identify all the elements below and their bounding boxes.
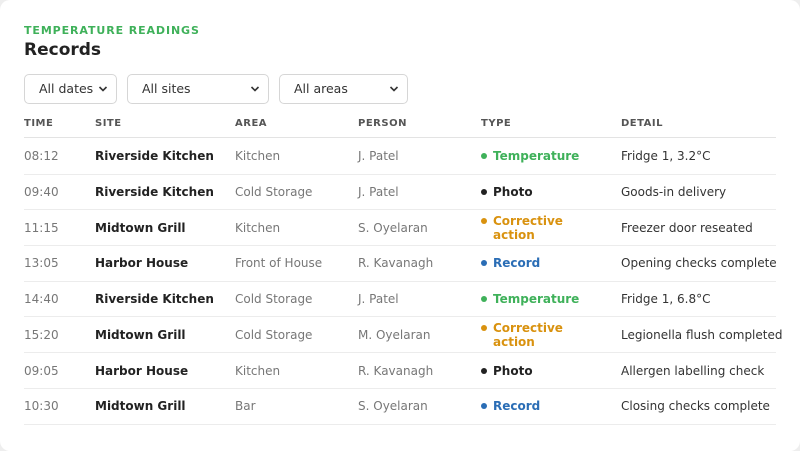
type-status-dot-icon [481,153,487,160]
type-label: Corrective action [493,213,563,242]
type-cell: Temperature [481,149,583,163]
type-cell: Record [481,399,583,413]
type-status-dot-icon [481,296,487,303]
column-header-detail[interactable]: DETAIL [621,118,663,129]
column-header-person[interactable]: PERSON [358,118,407,129]
area-cell: Cold Storage [235,292,313,307]
time-cell: 14:40 [24,292,59,307]
detail-cell: Allergen labelling check [621,363,765,378]
person-cell: J. Patel [358,185,399,200]
area-filter-select[interactable]: All areas [279,74,408,104]
type-label: Photo [493,185,533,200]
area-cell: Cold Storage [235,185,313,200]
chevron-down-icon [98,86,108,92]
column-header-site[interactable]: SITE [95,118,122,129]
table-row[interactable]: 13:05 Harbor House Front of House R. Kavana… [24,246,777,282]
table-row[interactable]: 09:40 Riverside Kitchen Cold Storage J. Pat… [24,175,776,211]
detail-cell: Fridge 1, 3.2°C [621,149,711,164]
table-row[interactable]: 15:20 Midtown Grill Cold Storage M. Oyelara… [24,318,782,354]
person-cell: J. Patel [358,292,399,307]
type-cell: Record [481,256,583,270]
time-cell: 10:30 [24,399,59,414]
person-cell: M. Oyelaran [358,327,431,342]
person-cell: R. Kavanagh [358,363,434,378]
area-filter-value: All areas [294,81,348,96]
person-cell: S. Oyelaran [358,220,428,235]
type-cell: Photo [481,185,583,199]
area-cell: Kitchen [235,149,281,164]
table-row[interactable]: 09:05 Harbor House Kitchen R. Kavanagh Photo… [24,353,776,389]
type-cell: Corrective action [481,321,583,349]
table-header: TIME SITE AREA PERSON TYPE DETAIL [24,118,776,138]
detail-cell: Legionella flush completed [621,327,783,342]
column-header-area[interactable]: AREA [235,118,267,129]
area-cell: Kitchen [235,363,281,378]
site-cell: Midtown Grill [95,327,186,342]
type-label: Photo [493,363,533,378]
type-status-dot-icon [481,403,487,410]
site-cell: Midtown Grill [95,399,186,414]
person-cell: R. Kavanagh [358,256,434,271]
section-eyebrow: TEMPERATURE READINGS [24,24,200,37]
type-status-dot-icon [481,217,487,224]
type-label: Temperature [493,149,580,164]
time-cell: 13:05 [24,256,59,271]
person-cell: J. Patel [358,149,399,164]
type-label: Record [493,399,541,414]
site-filter-value: All sites [142,81,191,96]
site-cell: Harbor House [95,363,189,378]
detail-cell: Opening checks complete [621,256,777,271]
person-cell: S. Oyelaran [358,399,428,414]
type-label: Record [493,256,541,271]
table-row[interactable]: 14:40 Riverside Kitchen Cold Storage J. Pat… [24,282,776,318]
time-cell: 08:12 [24,149,59,164]
type-label: Corrective action [493,320,563,349]
table-row[interactable]: 08:12 Riverside Kitchen Kitchen J. Patel Tem… [24,139,776,175]
chevron-down-icon [250,86,260,92]
site-cell: Riverside Kitchen [95,185,214,200]
type-status-dot-icon [481,324,487,331]
time-cell: 11:15 [24,220,59,235]
site-filter-select[interactable]: All sites [127,74,269,104]
site-cell: Harbor House [95,256,189,271]
detail-cell: Goods-in delivery [621,185,727,200]
type-cell: Photo [481,364,583,378]
type-label: Temperature [493,292,580,307]
detail-cell: Fridge 1, 6.8°C [621,292,711,307]
detail-cell: Closing checks complete [621,399,770,414]
table-row[interactable]: 10:30 Midtown Grill Bar S. Oyelaran Record Cl… [24,389,776,425]
type-status-dot-icon [481,260,487,267]
detail-cell: Freezer door reseated [621,220,753,235]
area-cell: Cold Storage [235,327,313,342]
column-header-type[interactable]: TYPE [481,118,511,129]
time-cell: 15:20 [24,327,59,342]
table-row[interactable]: 11:15 Midtown Grill Kitchen S. Oyelaran Corr… [24,210,776,247]
area-cell: Bar [235,399,256,414]
date-filter-value: All dates [39,81,94,96]
type-status-dot-icon [481,367,487,374]
site-cell: Midtown Grill [95,220,186,235]
records-card: TEMPERATURE READINGS Records All dates A… [0,0,800,451]
chevron-down-icon [389,86,399,92]
date-filter-select[interactable]: All dates [24,74,117,104]
column-header-time[interactable]: TIME [24,118,53,129]
time-cell: 09:05 [24,363,59,378]
time-cell: 09:40 [24,185,59,200]
page-title: Records [24,40,102,60]
site-cell: Riverside Kitchen [95,149,214,164]
type-cell: Temperature [481,292,583,306]
area-cell: Kitchen [235,220,281,235]
type-status-dot-icon [481,189,487,196]
site-cell: Riverside Kitchen [95,292,214,307]
type-cell: Corrective action [481,214,583,242]
area-cell: Front of House [235,256,323,271]
